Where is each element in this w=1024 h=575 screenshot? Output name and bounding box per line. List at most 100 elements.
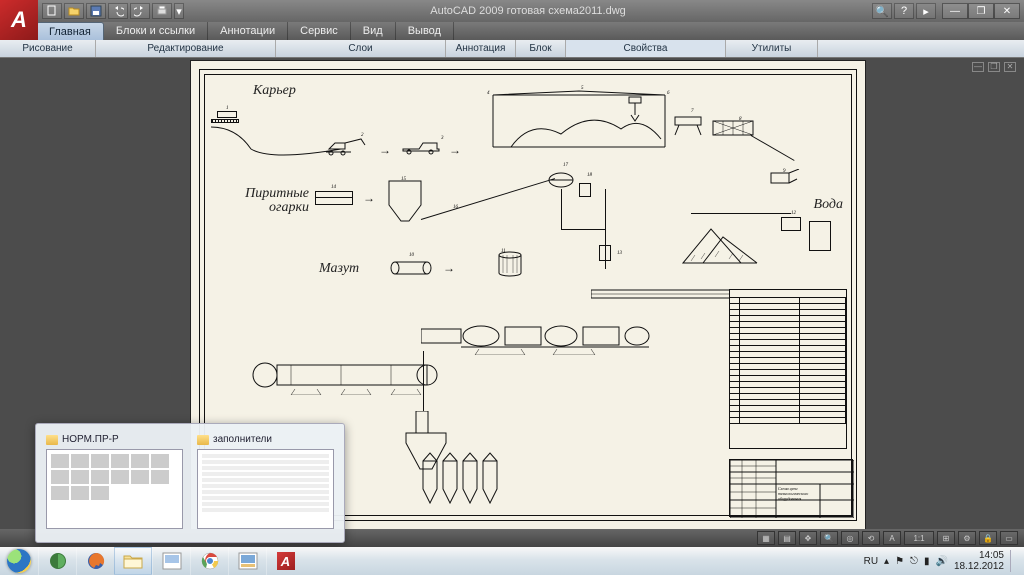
machine-15: [387, 179, 423, 225]
panel-util[interactable]: Утилиты: [726, 40, 818, 57]
tray-up-icon[interactable]: ▴: [884, 556, 889, 567]
preview-image-2: [197, 449, 334, 529]
spec-table: [729, 289, 847, 449]
machine-13: [599, 245, 611, 261]
machine-12: [781, 217, 801, 231]
taskbar-chrome[interactable]: [190, 547, 228, 575]
new-icon[interactable]: [42, 3, 62, 19]
undo-icon[interactable]: [108, 3, 128, 19]
folder-icon: [197, 435, 209, 445]
status-vis-icon[interactable]: ⊞: [937, 531, 955, 545]
doc-restore-icon[interactable]: ❐: [988, 62, 1000, 72]
taskbar-app-3[interactable]: [152, 547, 190, 575]
title-block-text: Схема цепи технологического оборудования: [778, 486, 818, 501]
machine-3: [401, 139, 441, 155]
taskbar-firefox[interactable]: [76, 547, 114, 575]
tab-output[interactable]: Вывод: [396, 22, 454, 40]
print-icon[interactable]: [152, 3, 172, 19]
redo-icon[interactable]: [130, 3, 150, 19]
status-zoom-icon[interactable]: 🔍: [820, 531, 838, 545]
status-layout-icon[interactable]: ▤: [778, 531, 796, 545]
shed: [491, 89, 667, 149]
doc-minimize-icon[interactable]: —: [972, 62, 984, 72]
label-water: Вода: [814, 197, 843, 213]
window-controls: — ❐ ✕: [942, 3, 1020, 19]
maximize-button[interactable]: ❐: [968, 3, 994, 19]
save-icon[interactable]: [86, 3, 106, 19]
machine-9: [767, 169, 801, 187]
minimize-button[interactable]: —: [942, 3, 968, 19]
panel-draw[interactable]: Рисование: [0, 40, 96, 57]
taskbar-app-5[interactable]: [228, 547, 266, 575]
status-steer-icon[interactable]: ◎: [841, 531, 859, 545]
panel-block[interactable]: Блок: [516, 40, 566, 57]
machine-11: [497, 251, 523, 279]
flag-icon[interactable]: ⚑: [895, 556, 904, 567]
preview-thumb-1[interactable]: HOPM.ПР-Р: [46, 434, 183, 532]
taskbar-autocad[interactable]: A: [266, 547, 304, 575]
pipe: [561, 229, 605, 230]
status-lock-icon[interactable]: 🔒: [979, 531, 997, 545]
folder-icon: [46, 435, 58, 445]
tab-blocks[interactable]: Блоки и ссылки: [104, 22, 208, 40]
qat-more-icon[interactable]: ▾: [174, 3, 184, 19]
machine-8: [711, 119, 755, 139]
help-icon[interactable]: ?: [894, 3, 914, 19]
volume-icon[interactable]: 🔊: [935, 556, 947, 567]
panel-props[interactable]: Свойства: [566, 40, 726, 57]
status-pan-icon[interactable]: ✥: [799, 531, 817, 545]
quick-access-toolbar: ▾: [42, 3, 184, 19]
close-button[interactable]: ✕: [994, 3, 1020, 19]
status-annot-icon[interactable]: A: [883, 531, 901, 545]
taskbar-preview: HOPM.ПР-Р заполнители: [35, 423, 345, 543]
preview-thumb-2[interactable]: заполнители: [197, 434, 334, 532]
tab-service[interactable]: Сервис: [288, 22, 351, 40]
preview-title-1: HOPM.ПР-Р: [62, 434, 119, 445]
arrow-icon: →: [379, 143, 391, 157]
tab-home[interactable]: Главная: [36, 22, 104, 40]
pipe: [423, 351, 424, 411]
clock-time: 14:05: [954, 550, 1004, 561]
clock[interactable]: 14:05 18.12.2012: [954, 550, 1004, 572]
label-fuel: Мазут: [319, 261, 359, 277]
preview-title-2: заполнители: [213, 434, 272, 445]
pipe: [561, 189, 562, 229]
open-icon[interactable]: [64, 3, 84, 19]
label-cinders: Пиритные огарки: [219, 187, 309, 215]
network-icon[interactable]: ▮: [924, 556, 930, 567]
tab-view[interactable]: Вид: [351, 22, 396, 40]
kiln-row: [421, 319, 651, 355]
clock-date: 18.12.2012: [954, 561, 1004, 572]
panel-edit[interactable]: Редактирование: [96, 40, 276, 57]
lang-indicator[interactable]: RU: [864, 556, 878, 567]
stockpile: [681, 223, 759, 265]
search-icon[interactable]: 🔍: [872, 3, 892, 19]
machine-7: [673, 115, 703, 137]
ribbon-panels: Рисование Редактирование Слои Аннотация …: [0, 40, 1024, 58]
usb-icon[interactable]: ⎋: [910, 556, 918, 567]
windows-orb-icon: [7, 549, 31, 573]
status-orbit-icon[interactable]: ⟲: [862, 531, 880, 545]
doc-close-icon[interactable]: ✕: [1004, 62, 1016, 72]
status-scale[interactable]: 1:1: [904, 531, 934, 545]
machine-18: [579, 183, 591, 197]
start-button[interactable]: [0, 547, 38, 575]
panel-layers[interactable]: Слои: [276, 40, 446, 57]
preview-image-1: [46, 449, 183, 529]
show-desktop-button[interactable]: [1010, 550, 1018, 572]
app-menu-button[interactable]: A: [0, 0, 38, 40]
taskbar-explorer[interactable]: [114, 547, 152, 575]
title-block: Схема цепи технологического оборудования: [729, 459, 853, 517]
conveyor-long: [591, 286, 751, 304]
status-model-icon[interactable]: ▦: [757, 531, 775, 545]
arrow-icon: →: [449, 143, 461, 157]
window-title: AutoCAD 2009 готовая схема2011.dwg: [184, 5, 872, 17]
arrow-icon: →: [363, 191, 375, 205]
panel-annot[interactable]: Аннотация: [446, 40, 516, 57]
infocenter-icon[interactable]: ▸: [916, 3, 936, 19]
status-ws-icon[interactable]: ⚙: [958, 531, 976, 545]
system-tray: RU ▴ ⚑ ⎋ ▮ 🔊 14:05 18.12.2012: [864, 550, 1024, 572]
tab-annotations[interactable]: Аннотации: [208, 22, 288, 40]
status-clean-icon[interactable]: ▭: [1000, 531, 1018, 545]
taskbar-app-1[interactable]: [38, 547, 76, 575]
